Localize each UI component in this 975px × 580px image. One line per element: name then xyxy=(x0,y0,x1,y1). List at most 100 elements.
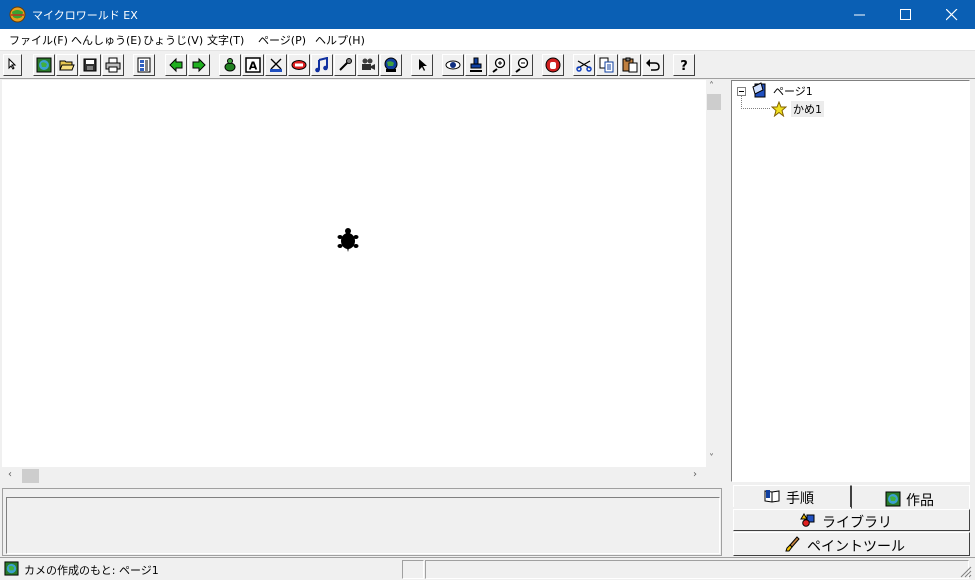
maximize-icon xyxy=(900,9,911,20)
copy-icon xyxy=(599,57,614,73)
app-globe-icon xyxy=(9,6,26,23)
printer-icon xyxy=(105,57,121,73)
cursor-arrow-icon xyxy=(419,59,427,71)
help-button[interactable]: ? xyxy=(673,54,695,76)
menu-bar: ファイル(F) へんしゅう(E) ひょうじ(V) 文字(T) ページ(P) ヘル… xyxy=(0,29,975,51)
new-project-button[interactable] xyxy=(33,54,55,76)
page-sorter-button[interactable] xyxy=(133,54,155,76)
menu-edit[interactable]: へんしゅう(E) xyxy=(71,32,142,48)
left-arrow-icon xyxy=(169,57,183,73)
project-tree[interactable]: ページ1 かめ1 xyxy=(731,80,970,482)
paintbrush-icon xyxy=(785,536,800,552)
pages-icon xyxy=(137,57,151,73)
stop-hand-icon xyxy=(545,57,561,73)
project-globe-icon xyxy=(885,491,901,507)
magnify-plus-icon xyxy=(492,57,506,73)
menu-file[interactable]: ファイル(F) xyxy=(9,32,68,48)
maximize-button[interactable] xyxy=(883,0,929,29)
stamp-tool-button[interactable] xyxy=(465,54,487,76)
paste-button[interactable] xyxy=(619,54,641,76)
tree-item-page[interactable]: ページ1 xyxy=(773,83,813,99)
copy-button[interactable] xyxy=(596,54,618,76)
menu-view[interactable]: ひょうじ(V) xyxy=(143,32,203,48)
close-icon xyxy=(946,9,958,21)
small-arrow-icon xyxy=(8,57,17,70)
tree-item-turtle[interactable]: かめ1 xyxy=(791,101,824,117)
sound-button[interactable] xyxy=(334,54,356,76)
video-camera-icon xyxy=(362,58,375,70)
new-button-button[interactable] xyxy=(288,54,310,76)
status-globe-icon xyxy=(4,561,19,576)
vertical-scroll-thumb[interactable] xyxy=(707,94,721,110)
scroll-right-icon[interactable]: › xyxy=(693,470,697,480)
stop-all-button[interactable] xyxy=(542,54,564,76)
magnify-minus-icon xyxy=(515,57,529,73)
status-pane-small xyxy=(402,560,424,579)
tab-procedures[interactable]: 手順 xyxy=(733,485,851,507)
right-arrow-icon xyxy=(192,57,206,73)
close-button[interactable] xyxy=(929,0,975,29)
undo-button[interactable] xyxy=(642,54,664,76)
previous-page-button[interactable] xyxy=(165,54,187,76)
page-canvas[interactable] xyxy=(2,80,706,467)
video-button[interactable] xyxy=(357,54,379,76)
open-button[interactable] xyxy=(56,54,78,76)
cut-button[interactable] xyxy=(573,54,595,76)
stamp-icon xyxy=(470,57,482,72)
horizontal-scroll-thumb[interactable] xyxy=(22,469,39,483)
new-turtle-button[interactable] xyxy=(219,54,241,76)
command-center[interactable] xyxy=(6,497,720,554)
open-folder-icon xyxy=(59,60,75,71)
music-note-icon xyxy=(315,57,328,73)
music-button[interactable] xyxy=(311,54,333,76)
button-pill-icon xyxy=(291,60,307,70)
tab-library-label: ライブラリ xyxy=(822,515,892,531)
scroll-corner xyxy=(706,467,722,485)
page-icon xyxy=(752,82,766,98)
textbox-icon: A xyxy=(245,57,261,73)
pointer-mode-button[interactable] xyxy=(3,54,22,76)
scroll-left-icon[interactable]: ‹ xyxy=(8,470,12,480)
undo-arrow-icon xyxy=(646,59,660,71)
minimize-icon xyxy=(854,14,865,16)
menu-page[interactable]: ページ(P) xyxy=(258,32,306,48)
book-icon xyxy=(764,490,780,503)
tab-paint-tools[interactable]: ペイントツール xyxy=(733,532,970,556)
status-bar: カメの作成のもと: ページ1 xyxy=(0,557,975,580)
minimize-button[interactable] xyxy=(837,0,883,29)
next-page-button[interactable] xyxy=(188,54,210,76)
globe-link-icon xyxy=(384,57,398,72)
web-link-button[interactable] xyxy=(380,54,402,76)
save-disk-icon xyxy=(83,58,97,72)
scissors-icon xyxy=(576,60,592,72)
resize-grip-icon[interactable] xyxy=(960,566,972,578)
print-button[interactable] xyxy=(102,54,124,76)
zoom-out-button[interactable] xyxy=(511,54,533,76)
status-text: カメの作成のもと: ページ1 xyxy=(24,564,159,577)
tab-library[interactable]: ライブラリ xyxy=(733,509,970,531)
scroll-up-icon[interactable]: ˄ xyxy=(709,82,714,92)
zoom-in-button[interactable] xyxy=(488,54,510,76)
shapes-icon xyxy=(800,513,815,527)
tab-project[interactable]: 作品 xyxy=(851,485,970,509)
toolbar: A ? xyxy=(0,51,975,79)
scroll-down-icon[interactable]: ˅ xyxy=(709,454,714,464)
save-button[interactable] xyxy=(79,54,101,76)
tab-project-label: 作品 xyxy=(906,493,934,509)
vertical-scrollbar[interactable]: ˄ ˅ xyxy=(706,80,722,467)
new-slider-button[interactable] xyxy=(265,54,287,76)
menu-text[interactable]: 文字(T) xyxy=(207,32,244,48)
globe-icon xyxy=(36,57,52,73)
help-glyph: ? xyxy=(680,59,688,73)
menu-help[interactable]: ヘルプ(H) xyxy=(315,32,365,48)
title-bar: マイクロワールド EX xyxy=(0,0,975,29)
select-tool-button[interactable] xyxy=(411,54,433,76)
eye-tool-button[interactable] xyxy=(442,54,464,76)
eye-icon xyxy=(445,60,461,70)
paste-clipboard-icon xyxy=(622,57,638,73)
new-textbox-button[interactable]: A xyxy=(242,54,264,76)
textbox-glyph: A xyxy=(249,60,258,73)
horizontal-scrollbar[interactable]: ‹ › xyxy=(2,467,706,485)
collapse-icon[interactable] xyxy=(737,87,746,96)
turtle-icon[interactable] xyxy=(337,227,359,253)
